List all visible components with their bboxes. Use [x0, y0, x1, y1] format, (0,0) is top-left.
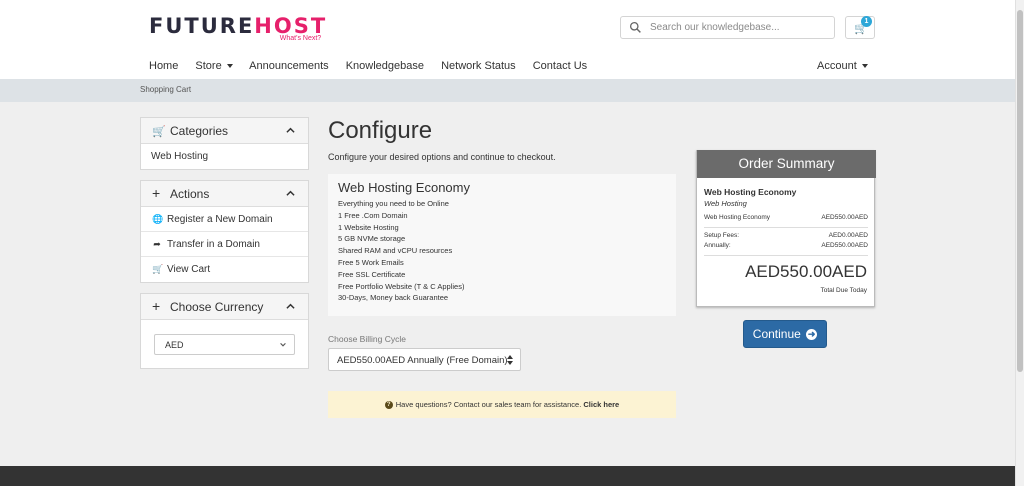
- site-footer: [0, 466, 1015, 486]
- caret-down-icon: [226, 64, 233, 69]
- nav-item-knowledgebase[interactable]: Knowledgebase: [346, 60, 424, 72]
- summary-line-annual: Annually: AED550.00AED: [704, 242, 868, 249]
- sidebar-item-register-domain[interactable]: 🌐 Register a New Domain: [141, 207, 308, 232]
- product-info: Web Hosting Economy Everything you need …: [328, 174, 676, 316]
- nav-item-contact-us[interactable]: Contact Us: [533, 60, 587, 72]
- continue-button[interactable]: Continue ➜: [743, 320, 827, 348]
- currency-select[interactable]: AED: [154, 334, 295, 355]
- billing-cycle-label: Choose Billing Cycle: [328, 334, 406, 344]
- sidebar-item-label: Transfer in a Domain: [167, 239, 260, 250]
- nav-item-store[interactable]: Store: [195, 60, 233, 72]
- categories-panel: 🛒 Categories Web Hosting: [140, 117, 309, 170]
- caret-down-icon: [861, 64, 868, 69]
- list-item: 1 Free .Com Domain: [338, 210, 408, 220]
- list-item: 30-Days, Money back Guarantee: [338, 293, 449, 303]
- cart-icon: 🛒: [152, 264, 164, 274]
- globe-icon: 🌐: [152, 214, 164, 224]
- list-item: 5 GB NVMe storage: [338, 234, 406, 244]
- currency-panel: + Choose Currency AED: [140, 293, 309, 369]
- chevron-down-icon: [280, 343, 286, 347]
- breadcrumb-current: Shopping Cart: [140, 85, 192, 94]
- chevron-up-icon: [286, 127, 295, 133]
- account-menu[interactable]: Account: [817, 60, 868, 72]
- actions-panel-header[interactable]: + Actions: [141, 181, 308, 207]
- cart-button[interactable]: 🛒 1: [845, 16, 875, 39]
- summary-product-name: Web Hosting Economy: [704, 187, 797, 197]
- search-input[interactable]: Search our knowledgebase...: [620, 16, 835, 39]
- divider: [704, 227, 868, 228]
- search-placeholder: Search our knowledgebase...: [650, 22, 780, 33]
- billing-cycle-select[interactable]: AED550.00AED Annually (Free Domain): [328, 348, 521, 371]
- divider: [704, 255, 868, 256]
- order-summary-title: Order Summary: [697, 150, 876, 178]
- continue-label: Continue: [752, 327, 801, 341]
- list-item: 1 Website Hosting: [338, 222, 399, 232]
- help-alert: ? Have questions? Contact our sales team …: [328, 391, 676, 418]
- chevron-up-icon: [286, 190, 295, 196]
- currency-selected: AED: [165, 340, 184, 350]
- list-item: Everything you need to be Online: [338, 199, 449, 208]
- page-title: Configure: [328, 117, 433, 144]
- sort-arrows-icon: [507, 355, 513, 365]
- scrollbar[interactable]: [1015, 0, 1024, 486]
- summary-product-group: Web Hosting: [704, 199, 747, 208]
- page-subtitle: Configure your desired options and conti…: [328, 152, 556, 162]
- list-item: Free SSL Certificate: [338, 269, 406, 279]
- total-due-label: Total Due Today: [820, 287, 868, 294]
- summary-line-value: AED550.00AED: [821, 214, 868, 221]
- nav-item-network-status[interactable]: Network Status: [441, 60, 516, 72]
- sidebar-item-label: Web Hosting: [151, 151, 209, 162]
- arrow-circle-right-icon: ➜: [806, 329, 818, 341]
- share-arrow-icon: ➦: [153, 239, 161, 249]
- account-label: Account: [817, 60, 857, 72]
- billing-cycle-selected: AED550.00AED Annually (Free Domain): [337, 355, 508, 366]
- sidebar-item-view-cart[interactable]: 🛒 View Cart: [141, 257, 308, 282]
- chevron-up-icon: [286, 303, 295, 309]
- search-icon: [629, 21, 641, 33]
- page: FUTUREHOST What's Next? Search our knowl…: [0, 0, 1015, 486]
- summary-line-label: Web Hosting Economy: [704, 214, 770, 221]
- list-item: Shared RAM and vCPU resources: [338, 246, 453, 256]
- sidebar-item-web-hosting[interactable]: Web Hosting: [141, 144, 308, 169]
- logo-tagline: What's Next?: [279, 35, 322, 42]
- feature-list: Everything you need to be Online 1 Free …: [338, 198, 464, 304]
- cart-icon: 🛒: [152, 126, 166, 138]
- summary-line-product: Web Hosting Economy AED550.00AED: [704, 214, 868, 221]
- product-name: Web Hosting Economy: [338, 180, 470, 195]
- sidebar-item-transfer-domain[interactable]: ➦ Transfer in a Domain: [141, 232, 308, 257]
- summary-line-setup: Setup Fees: AED0.00AED: [704, 232, 868, 239]
- sidebar-item-label: Register a New Domain: [167, 214, 273, 225]
- annually-label: Annually:: [704, 242, 731, 249]
- actions-title: Actions: [170, 187, 210, 201]
- site-header: FUTUREHOST What's Next? Search our knowl…: [0, 0, 1015, 79]
- nav-item-announcements[interactable]: Announcements: [249, 60, 329, 72]
- question-circle-icon: ?: [384, 401, 393, 410]
- list-item: Free Portfolio Website (T & C Applies): [338, 281, 465, 291]
- sidebar-item-label: View Cart: [167, 264, 211, 275]
- currency-body: AED: [141, 320, 308, 368]
- categories-panel-header[interactable]: 🛒 Categories: [141, 118, 308, 144]
- setup-fees-value: AED0.00AED: [828, 232, 868, 239]
- annually-value: AED550.00AED: [821, 242, 868, 249]
- main-nav: Home Store Announcements Knowledgebase N…: [149, 60, 601, 76]
- actions-panel: + Actions 🌐 Register a New Domain ➦ Tran…: [140, 180, 309, 283]
- breadcrumb: Shopping Cart: [0, 79, 1015, 102]
- cart-count-badge: 1: [861, 16, 872, 27]
- order-summary: Order Summary Web Hosting Economy Web Ho…: [696, 150, 876, 307]
- help-link[interactable]: Click here: [583, 400, 619, 409]
- total-amount: AED550.00AED: [745, 262, 867, 281]
- plus-icon: +: [152, 185, 161, 201]
- currency-title: Choose Currency: [170, 300, 264, 314]
- scrollbar-thumb[interactable]: [1017, 10, 1023, 372]
- nav-item-home[interactable]: Home: [149, 60, 178, 72]
- setup-fees-label: Setup Fees:: [704, 232, 740, 239]
- categories-title: Categories: [170, 124, 229, 138]
- nav-item-store-label: Store: [195, 60, 222, 72]
- plus-icon: +: [152, 298, 161, 314]
- list-item: Free 5 Work Emails: [338, 257, 404, 267]
- currency-panel-header[interactable]: + Choose Currency: [141, 294, 308, 320]
- logo[interactable]: FUTUREHOST What's Next?: [149, 14, 327, 42]
- help-text: Have questions? Contact our sales team f…: [395, 400, 582, 409]
